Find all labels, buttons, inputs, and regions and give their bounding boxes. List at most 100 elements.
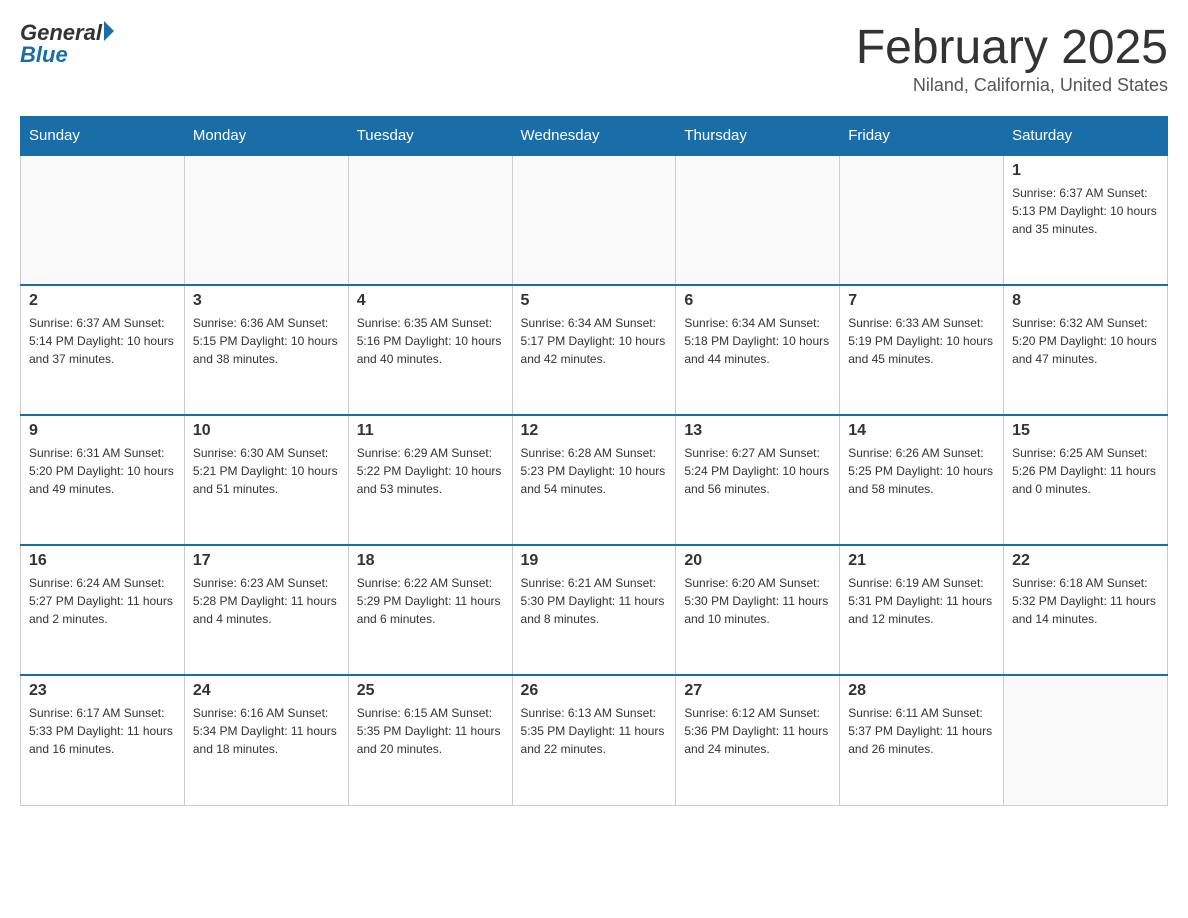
calendar-cell: 3 Sunrise: 6:36 AM Sunset: 5:15 PM Daylig… <box>184 285 348 415</box>
day-number: 4 <box>357 292 504 310</box>
day-info: Sunrise: 6:35 AM Sunset: 5:16 PM Dayligh… <box>357 314 504 368</box>
calendar-cell: 24Sunrise: 6:16 AM Sunset: 5:34 PM Dayli… <box>184 675 348 805</box>
day-info: Sunrise: 6:12 AM Sunset: 5:36 PM Dayligh… <box>684 704 831 758</box>
calendar-cell <box>184 155 348 285</box>
day-number: 25 <box>357 682 504 700</box>
calendar-header-sunday: Sunday <box>21 117 185 156</box>
day-info: Sunrise: 6:21 AM Sunset: 5:30 PM Dayligh… <box>521 574 668 628</box>
calendar-cell: 4 Sunrise: 6:35 AM Sunset: 5:16 PM Daylig… <box>348 285 512 415</box>
day-number: 3 <box>193 292 340 310</box>
day-number: 13 <box>684 422 831 440</box>
calendar-cell: 23 Sunrise: 6:17 AM Sunset: 5:33 PM Dayli… <box>21 675 185 805</box>
day-info: Sunrise: 6:25 AM Sunset: 5:26 PM Dayligh… <box>1012 444 1159 498</box>
calendar-week-row: 1 Sunrise: 6:37 AM Sunset: 5:13 PM Daylig… <box>21 155 1168 285</box>
day-number: 27 <box>684 682 831 700</box>
calendar-cell: 16 Sunrise: 6:24 AM Sunset: 5:27 PM Dayli… <box>21 545 185 675</box>
day-info: Sunrise: 6:29 AM Sunset: 5:22 PM Dayligh… <box>357 444 504 498</box>
calendar-cell: 1 Sunrise: 6:37 AM Sunset: 5:13 PM Daylig… <box>1004 155 1168 285</box>
calendar-cell: 20Sunrise: 6:20 AM Sunset: 5:30 PM Dayli… <box>676 545 840 675</box>
day-number: 15 <box>1012 422 1159 440</box>
day-info: Sunrise: 6:34 AM Sunset: 5:18 PM Dayligh… <box>684 314 831 368</box>
day-info: Sunrise: 6:36 AM Sunset: 5:15 PM Dayligh… <box>193 314 340 368</box>
calendar-cell <box>1004 675 1168 805</box>
calendar-header-tuesday: Tuesday <box>348 117 512 156</box>
day-number: 6 <box>684 292 831 310</box>
calendar-header-row: SundayMondayTuesdayWednesdayThursdayFrid… <box>21 117 1168 156</box>
calendar-cell: 11Sunrise: 6:29 AM Sunset: 5:22 PM Dayli… <box>348 415 512 545</box>
day-info: Sunrise: 6:27 AM Sunset: 5:24 PM Dayligh… <box>684 444 831 498</box>
day-info: Sunrise: 6:34 AM Sunset: 5:17 PM Dayligh… <box>521 314 668 368</box>
day-number: 22 <box>1012 552 1159 570</box>
calendar-week-row: 23 Sunrise: 6:17 AM Sunset: 5:33 PM Dayli… <box>21 675 1168 805</box>
calendar-table: SundayMondayTuesdayWednesdayThursdayFrid… <box>20 116 1168 806</box>
calendar-header-wednesday: Wednesday <box>512 117 676 156</box>
calendar-cell: 10 Sunrise: 6:30 AM Sunset: 5:21 PM Dayli… <box>184 415 348 545</box>
calendar-header-thursday: Thursday <box>676 117 840 156</box>
calendar-cell: 19Sunrise: 6:21 AM Sunset: 5:30 PM Dayli… <box>512 545 676 675</box>
day-number: 21 <box>848 552 995 570</box>
page-header: General Blue February 2025 Niland, Calif… <box>20 20 1168 96</box>
day-number: 12 <box>521 422 668 440</box>
day-info: Sunrise: 6:22 AM Sunset: 5:29 PM Dayligh… <box>357 574 504 628</box>
calendar-cell: 2 Sunrise: 6:37 AM Sunset: 5:14 PM Daylig… <box>21 285 185 415</box>
calendar-cell: 14 Sunrise: 6:26 AM Sunset: 5:25 PM Dayli… <box>840 415 1004 545</box>
day-number: 10 <box>193 422 340 440</box>
day-info: Sunrise: 6:31 AM Sunset: 5:20 PM Dayligh… <box>29 444 176 498</box>
calendar-header-saturday: Saturday <box>1004 117 1168 156</box>
calendar-cell: 25 Sunrise: 6:15 AM Sunset: 5:35 PM Dayli… <box>348 675 512 805</box>
day-number: 8 <box>1012 292 1159 310</box>
calendar-cell: 27 Sunrise: 6:12 AM Sunset: 5:36 PM Dayli… <box>676 675 840 805</box>
day-number: 23 <box>29 682 176 700</box>
calendar-week-row: 2 Sunrise: 6:37 AM Sunset: 5:14 PM Daylig… <box>21 285 1168 415</box>
calendar-cell <box>348 155 512 285</box>
day-number: 16 <box>29 552 176 570</box>
day-info: Sunrise: 6:17 AM Sunset: 5:33 PM Dayligh… <box>29 704 176 758</box>
day-number: 1 <box>1012 162 1159 180</box>
calendar-cell: 6 Sunrise: 6:34 AM Sunset: 5:18 PM Daylig… <box>676 285 840 415</box>
day-info: Sunrise: 6:37 AM Sunset: 5:14 PM Dayligh… <box>29 314 176 368</box>
calendar-cell: 8Sunrise: 6:32 AM Sunset: 5:20 PM Daylig… <box>1004 285 1168 415</box>
logo: General Blue <box>20 20 114 68</box>
day-number: 18 <box>357 552 504 570</box>
calendar-cell: 17Sunrise: 6:23 AM Sunset: 5:28 PM Dayli… <box>184 545 348 675</box>
calendar-cell: 26 Sunrise: 6:13 AM Sunset: 5:35 PM Dayli… <box>512 675 676 805</box>
day-info: Sunrise: 6:37 AM Sunset: 5:13 PM Dayligh… <box>1012 184 1159 238</box>
calendar-cell: 12 Sunrise: 6:28 AM Sunset: 5:23 PM Dayli… <box>512 415 676 545</box>
calendar-cell: 7 Sunrise: 6:33 AM Sunset: 5:19 PM Daylig… <box>840 285 1004 415</box>
day-number: 28 <box>848 682 995 700</box>
calendar-cell: 22 Sunrise: 6:18 AM Sunset: 5:32 PM Dayli… <box>1004 545 1168 675</box>
day-info: Sunrise: 6:28 AM Sunset: 5:23 PM Dayligh… <box>521 444 668 498</box>
calendar-cell <box>21 155 185 285</box>
day-info: Sunrise: 6:11 AM Sunset: 5:37 PM Dayligh… <box>848 704 995 758</box>
day-info: Sunrise: 6:19 AM Sunset: 5:31 PM Dayligh… <box>848 574 995 628</box>
day-number: 2 <box>29 292 176 310</box>
day-number: 9 <box>29 422 176 440</box>
day-number: 7 <box>848 292 995 310</box>
calendar-header-monday: Monday <box>184 117 348 156</box>
calendar-cell: 15 Sunrise: 6:25 AM Sunset: 5:26 PM Dayli… <box>1004 415 1168 545</box>
day-info: Sunrise: 6:33 AM Sunset: 5:19 PM Dayligh… <box>848 314 995 368</box>
location-subtitle: Niland, California, United States <box>856 75 1168 96</box>
month-title: February 2025 <box>856 20 1168 75</box>
day-number: 26 <box>521 682 668 700</box>
logo-blue-text: Blue <box>20 42 114 68</box>
day-info: Sunrise: 6:30 AM Sunset: 5:21 PM Dayligh… <box>193 444 340 498</box>
calendar-cell: 13 Sunrise: 6:27 AM Sunset: 5:24 PM Dayli… <box>676 415 840 545</box>
calendar-cell: 21 Sunrise: 6:19 AM Sunset: 5:31 PM Dayli… <box>840 545 1004 675</box>
calendar-cell <box>840 155 1004 285</box>
day-info: Sunrise: 6:18 AM Sunset: 5:32 PM Dayligh… <box>1012 574 1159 628</box>
day-info: Sunrise: 6:15 AM Sunset: 5:35 PM Dayligh… <box>357 704 504 758</box>
day-info: Sunrise: 6:26 AM Sunset: 5:25 PM Dayligh… <box>848 444 995 498</box>
day-number: 14 <box>848 422 995 440</box>
title-block: February 2025 Niland, California, United… <box>856 20 1168 96</box>
calendar-cell <box>676 155 840 285</box>
day-number: 5 <box>521 292 668 310</box>
calendar-week-row: 16 Sunrise: 6:24 AM Sunset: 5:27 PM Dayli… <box>21 545 1168 675</box>
day-number: 20 <box>684 552 831 570</box>
calendar-cell: 5 Sunrise: 6:34 AM Sunset: 5:17 PM Daylig… <box>512 285 676 415</box>
day-info: Sunrise: 6:24 AM Sunset: 5:27 PM Dayligh… <box>29 574 176 628</box>
day-info: Sunrise: 6:13 AM Sunset: 5:35 PM Dayligh… <box>521 704 668 758</box>
calendar-cell: 28 Sunrise: 6:11 AM Sunset: 5:37 PM Dayli… <box>840 675 1004 805</box>
calendar-week-row: 9 Sunrise: 6:31 AM Sunset: 5:20 PM Daylig… <box>21 415 1168 545</box>
calendar-cell: 9 Sunrise: 6:31 AM Sunset: 5:20 PM Daylig… <box>21 415 185 545</box>
